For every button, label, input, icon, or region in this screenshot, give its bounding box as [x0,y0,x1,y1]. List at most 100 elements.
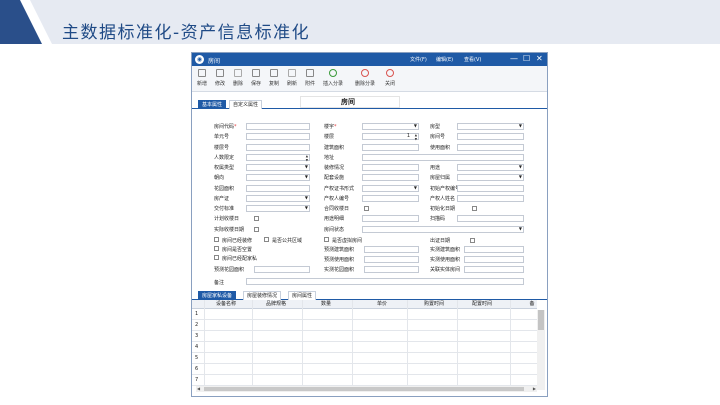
label-room-type: 房型 [430,124,441,130]
table-row[interactable]: 1 [192,309,537,320]
table-row[interactable]: 4 [192,342,537,353]
forecast-garden-field[interactable] [254,266,310,273]
scroll-right-icon[interactable]: ▶ [533,386,536,391]
decorated-checkbox[interactable] [214,237,219,242]
save-button[interactable]: 保存 [246,69,266,87]
delete-button[interactable]: 删除 [228,69,248,87]
col-remark[interactable]: 备 [527,300,537,309]
vertical-scrollbar[interactable] [537,310,545,390]
owner-no-field[interactable] [362,195,419,202]
scroll-thumb[interactable] [204,387,524,391]
furnished-checkbox[interactable] [214,255,219,260]
menu-edit[interactable]: 编辑(E) [436,56,453,63]
decoration-field[interactable] [362,164,419,171]
minimize-icon[interactable]: — [510,54,518,64]
owner-name-field[interactable] [457,195,524,202]
table-row[interactable]: 6 [192,364,537,375]
cert-date-check[interactable] [470,238,475,243]
col-equipment-name[interactable]: 设备名称 [206,300,246,309]
close-icon [386,69,394,77]
title-bar: ◉ 房间 文件(F) 编辑(E) 查看(V) — ☐ ✕ [192,53,547,66]
initial-cert-no-field[interactable] [457,185,524,192]
menu-file[interactable]: 文件(F) [410,56,427,63]
init-date-check[interactable] [472,206,477,211]
col-purchase-time[interactable]: 购置时间 [414,300,454,309]
remark-field[interactable] [246,278,524,285]
tab-decoration[interactable]: 房屋装修情况 [243,291,282,300]
col-quantity[interactable]: 数量 [306,300,346,309]
table-row[interactable]: 7 [192,375,537,386]
label-building-area: 建筑面积 [324,145,345,151]
label-forecast-garden: 预测花园面积 [214,267,245,273]
maximize-icon[interactable]: ☐ [523,54,530,64]
refresh-button[interactable]: 刷新 [282,69,302,87]
usage-select[interactable]: ▼ [457,164,524,171]
property-cert-select[interactable]: ▼ [246,195,310,202]
orientation-select[interactable]: ▼ [246,174,310,181]
tab-furniture-equipment[interactable]: 房屋家私设备 [198,291,237,300]
room-type-select[interactable]: ▼ [457,123,524,130]
floor-no-field[interactable] [246,144,310,151]
room-code-field[interactable] [246,123,310,130]
horizontal-scrollbar[interactable]: ◀ ▶ [196,386,537,392]
tab-custom-properties[interactable]: 自定义属性 [229,100,263,109]
actual-usable-field[interactable] [464,256,524,263]
table-row[interactable]: 2 [192,320,537,331]
spinner-icon[interactable]: ▲ ▼ [306,154,308,162]
window-close-icon[interactable]: ✕ [536,54,543,64]
delete-row-button[interactable]: 删除分录 [355,69,375,87]
contract-receive-date-check[interactable] [364,206,369,211]
garden-area-field[interactable] [246,185,310,192]
scan-code-field[interactable] [457,215,524,222]
address-field[interactable] [362,154,524,161]
app-window: ◉ 房间 文件(F) 编辑(E) 查看(V) — ☐ ✕ 新增 修改 删除 保存… [191,52,548,397]
linked-room-field[interactable] [464,266,524,273]
facilities-field[interactable] [362,174,419,181]
building-select[interactable]: ▼ [362,123,419,130]
new-button[interactable]: 新增 [192,69,212,87]
planned-receive-date-check[interactable] [254,216,259,221]
actual-receive-date-check[interactable] [254,227,259,232]
dropdown-icon: ▼ [304,174,308,179]
close-button[interactable]: 关闭 [380,69,400,87]
tab-basic-properties[interactable]: 基本属性 [198,100,227,109]
forecast-building-field[interactable] [364,246,419,253]
col-brand-spec[interactable]: 品牌规格 [256,300,296,309]
room-status-select[interactable]: ▼ [362,226,524,233]
unit-no-field[interactable] [246,133,310,140]
virtual-room-checkbox[interactable] [324,237,329,242]
insert-row-button[interactable]: 插入分录 [323,69,343,87]
table-row[interactable]: 3 [192,331,537,342]
public-area-checkbox[interactable] [264,237,269,242]
floor-stepper[interactable]: 1 ▲ ▼ [362,133,419,141]
col-unit-price[interactable]: 单价 [362,300,402,309]
attachment-button[interactable]: 附件 [300,69,320,87]
label-garden-area: 花园面积 [214,186,235,192]
actual-building-field[interactable] [464,246,524,253]
delivery-standard-select[interactable]: ▼ [246,205,310,212]
actual-garden-field[interactable] [364,266,419,273]
house-ownership-select[interactable]: ▼ [457,174,524,181]
occupancy-stepper[interactable]: ▲ ▼ [246,154,310,162]
building-area-field[interactable] [362,144,419,151]
edit-button[interactable]: 修改 [210,69,230,87]
col-config-time[interactable]: 配置时间 [462,300,502,309]
label-address: 地址 [324,155,335,161]
usable-area-field[interactable] [457,144,524,151]
dropdown-icon: ▼ [518,123,522,128]
spinner-icon[interactable]: ▲ ▼ [415,133,417,141]
table-row[interactable]: 5 [192,353,537,364]
ownership-type-select[interactable]: ▼ [246,164,310,171]
vacant-checkbox[interactable] [214,246,219,251]
usage-detail-field[interactable] [362,215,419,222]
insert-row-icon [329,69,337,77]
menu-view[interactable]: 查看(V) [464,56,481,63]
forecast-usable-field[interactable] [364,256,419,263]
label-actual-receive-date: 实际收楼日期 [214,227,245,233]
scroll-left-icon[interactable]: ◀ [197,386,200,391]
cert-form-select[interactable]: ▼ [362,185,419,192]
copy-button[interactable]: 复制 [264,69,284,87]
scroll-thumb[interactable] [538,310,544,330]
room-no-field[interactable] [457,133,524,140]
tab-room-attributes[interactable]: 房间属性 [288,291,317,300]
